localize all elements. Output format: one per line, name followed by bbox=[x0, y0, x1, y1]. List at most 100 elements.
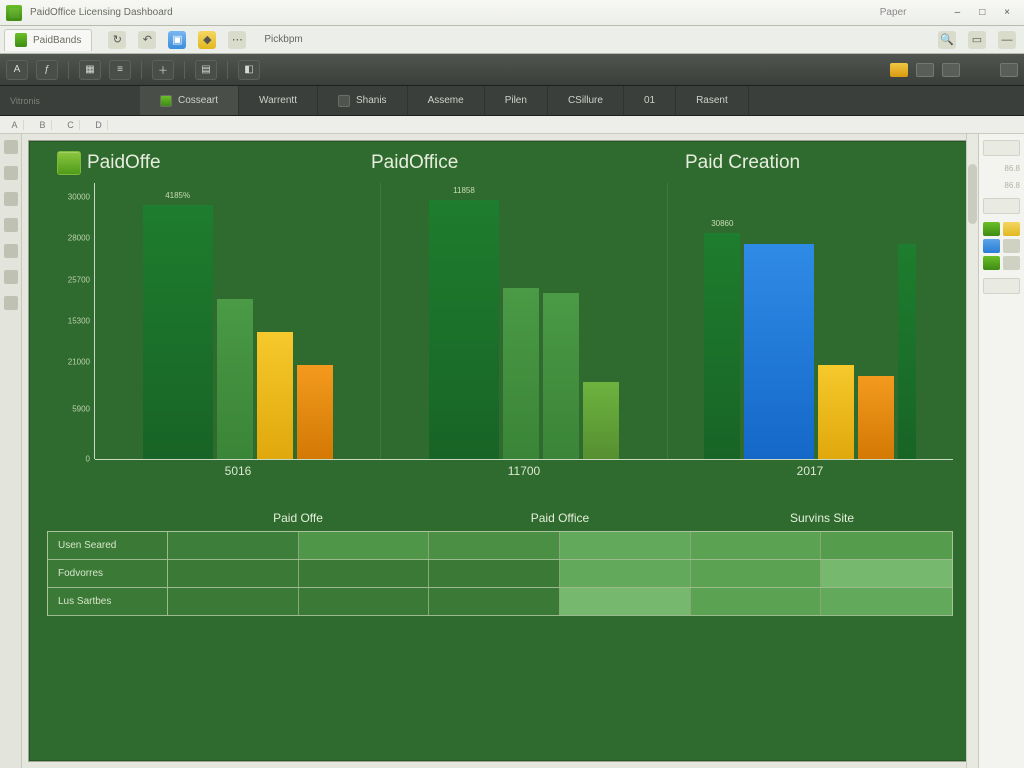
ribbon-tab-6[interactable]: 01 bbox=[624, 86, 676, 115]
ribbon-config-button[interactable]: ◧ bbox=[238, 60, 260, 80]
ribbon-tab-3[interactable]: Asseme bbox=[408, 86, 485, 115]
chart-bar[interactable]: 4185% bbox=[143, 205, 213, 459]
table-cell[interactable] bbox=[299, 532, 430, 559]
rail-icon[interactable] bbox=[4, 166, 18, 180]
panel-swatch[interactable] bbox=[983, 140, 1020, 156]
maximize-button[interactable]: □ bbox=[971, 7, 993, 18]
panel-swatch[interactable] bbox=[983, 278, 1020, 294]
palette-neutral-icon[interactable] bbox=[1003, 256, 1020, 270]
palette-neutral-icon[interactable] bbox=[1003, 239, 1020, 253]
rail-icon[interactable] bbox=[4, 140, 18, 154]
palette-green-icon[interactable] bbox=[983, 222, 1000, 236]
close-button[interactable]: × bbox=[996, 7, 1018, 18]
table-cell[interactable] bbox=[429, 532, 560, 559]
ribbon-tab-5[interactable]: CSillure bbox=[548, 86, 624, 115]
ribbon-insert-button[interactable]: ＋ bbox=[152, 60, 174, 80]
ribbon-save-button[interactable]: A bbox=[6, 60, 28, 80]
table-cell[interactable] bbox=[560, 532, 691, 559]
row-cells bbox=[168, 588, 952, 615]
chart-bar[interactable] bbox=[583, 382, 619, 459]
ribbon-fx-button[interactable]: ƒ bbox=[36, 60, 58, 80]
table-cell[interactable] bbox=[168, 588, 299, 615]
rail-icon[interactable] bbox=[4, 296, 18, 310]
ribbon-alert-icon[interactable] bbox=[890, 63, 908, 77]
ribbon-help-icon[interactable] bbox=[942, 63, 960, 77]
row-cells bbox=[168, 560, 952, 587]
chart-group: 11858 bbox=[381, 183, 667, 459]
table-cell[interactable] bbox=[560, 588, 691, 615]
chart-bar[interactable] bbox=[297, 365, 333, 459]
rail-icon[interactable] bbox=[4, 218, 18, 232]
table-cell[interactable] bbox=[299, 588, 430, 615]
table-cell[interactable] bbox=[168, 532, 299, 559]
table-cell[interactable] bbox=[691, 560, 822, 587]
rail-icon[interactable] bbox=[4, 192, 18, 206]
chart-canvas: PaidOffe PaidOffice Paid Creation 30000 … bbox=[28, 140, 972, 762]
chart-bar[interactable]: 30860 bbox=[704, 233, 740, 459]
ribbon-tab-1[interactable]: Warrentt bbox=[239, 86, 318, 115]
document-name: PaidBands bbox=[33, 35, 81, 46]
window-controls: – □ × bbox=[946, 7, 1018, 18]
table-cell[interactable] bbox=[821, 532, 952, 559]
table-cell[interactable] bbox=[821, 560, 952, 587]
table-cell[interactable] bbox=[691, 532, 822, 559]
palette-yellow-icon[interactable] bbox=[1003, 222, 1020, 236]
ruler-cell: D bbox=[90, 120, 108, 130]
ribbon-tab-0[interactable]: Cosseart bbox=[140, 86, 239, 115]
column-ruler: A B C D bbox=[0, 116, 1024, 134]
data-table: Usen SearedFodvorresLus Sartbes bbox=[47, 531, 953, 616]
tab-icon bbox=[160, 95, 172, 107]
ribbon-sheet-button[interactable]: ▤ bbox=[195, 60, 217, 80]
ribbon-collapse-icon[interactable] bbox=[1000, 63, 1018, 77]
table-cell[interactable] bbox=[168, 560, 299, 587]
chart-bar[interactable]: 11858 bbox=[429, 200, 499, 459]
dash-icon[interactable]: — bbox=[998, 31, 1016, 49]
folder-blue-icon[interactable]: ▣ bbox=[168, 31, 186, 49]
search-icon[interactable]: 🔍 bbox=[938, 31, 956, 49]
table-cell[interactable] bbox=[299, 560, 430, 587]
plot-area: 4185% 11858 30860 bbox=[95, 183, 953, 459]
document-tabs-row: PaidBands ↻ ↶ ▣ ◆ ⋯ Pickbpm 🔍 ▭ — bbox=[0, 26, 1024, 54]
table-cell[interactable] bbox=[429, 588, 560, 615]
chart-bar[interactable] bbox=[898, 244, 916, 459]
chart-bar[interactable] bbox=[744, 244, 814, 459]
chart-bar[interactable] bbox=[503, 288, 539, 459]
table-cell[interactable] bbox=[821, 588, 952, 615]
row-cells bbox=[168, 532, 952, 559]
data-table-section: Paid Offe Paid Office Survins Site Usen … bbox=[47, 511, 953, 616]
chart-bar[interactable] bbox=[257, 332, 293, 459]
pin-icon[interactable]: ◆ bbox=[198, 31, 216, 49]
row-label: Usen Seared bbox=[48, 532, 168, 559]
table-cell[interactable] bbox=[691, 588, 822, 615]
chart-bar[interactable] bbox=[818, 365, 854, 459]
chart-bar[interactable] bbox=[543, 293, 579, 459]
ribbon-tab-2[interactable]: Shanis bbox=[318, 86, 408, 115]
layout-icon[interactable]: ▭ bbox=[968, 31, 986, 49]
palette-green-icon[interactable] bbox=[983, 256, 1000, 270]
table-cell[interactable] bbox=[429, 560, 560, 587]
chart-bar[interactable] bbox=[217, 299, 253, 459]
ribbon-filter-button[interactable]: ≡ bbox=[109, 60, 131, 80]
document-tab[interactable]: PaidBands bbox=[4, 29, 92, 51]
ribbon-settings-icon[interactable] bbox=[916, 63, 934, 77]
ribbon-grid-button[interactable]: ▦ bbox=[79, 60, 101, 80]
panel-readout: 86.8 bbox=[983, 164, 1020, 173]
table-cell[interactable] bbox=[560, 560, 691, 587]
ribbon-tabs: Vitronis Cosseart Warrentt Shanis Asseme… bbox=[0, 86, 1024, 116]
panel-swatch[interactable] bbox=[983, 198, 1020, 214]
rail-icon[interactable] bbox=[4, 270, 18, 284]
refresh-icon[interactable]: ↻ bbox=[108, 31, 126, 49]
more-icon[interactable]: ⋯ bbox=[228, 31, 246, 49]
minimize-button[interactable]: – bbox=[946, 7, 968, 18]
ribbon-tab-4[interactable]: Pilen bbox=[485, 86, 548, 115]
undo-icon[interactable]: ↶ bbox=[138, 31, 156, 49]
ribbon-toolbar: A ƒ ▦ ≡ ＋ ▤ ◧ bbox=[0, 54, 1024, 86]
ribbon-tab-7[interactable]: Rasent bbox=[676, 86, 749, 115]
bar-value-label: 30860 bbox=[711, 219, 733, 228]
x-label: 11700 bbox=[381, 460, 667, 483]
rail-icon[interactable] bbox=[4, 244, 18, 258]
vertical-scrollbar[interactable] bbox=[966, 134, 978, 768]
scroll-thumb[interactable] bbox=[968, 164, 977, 224]
chart-bar[interactable] bbox=[858, 376, 894, 459]
palette-blue-icon[interactable] bbox=[983, 239, 1000, 253]
